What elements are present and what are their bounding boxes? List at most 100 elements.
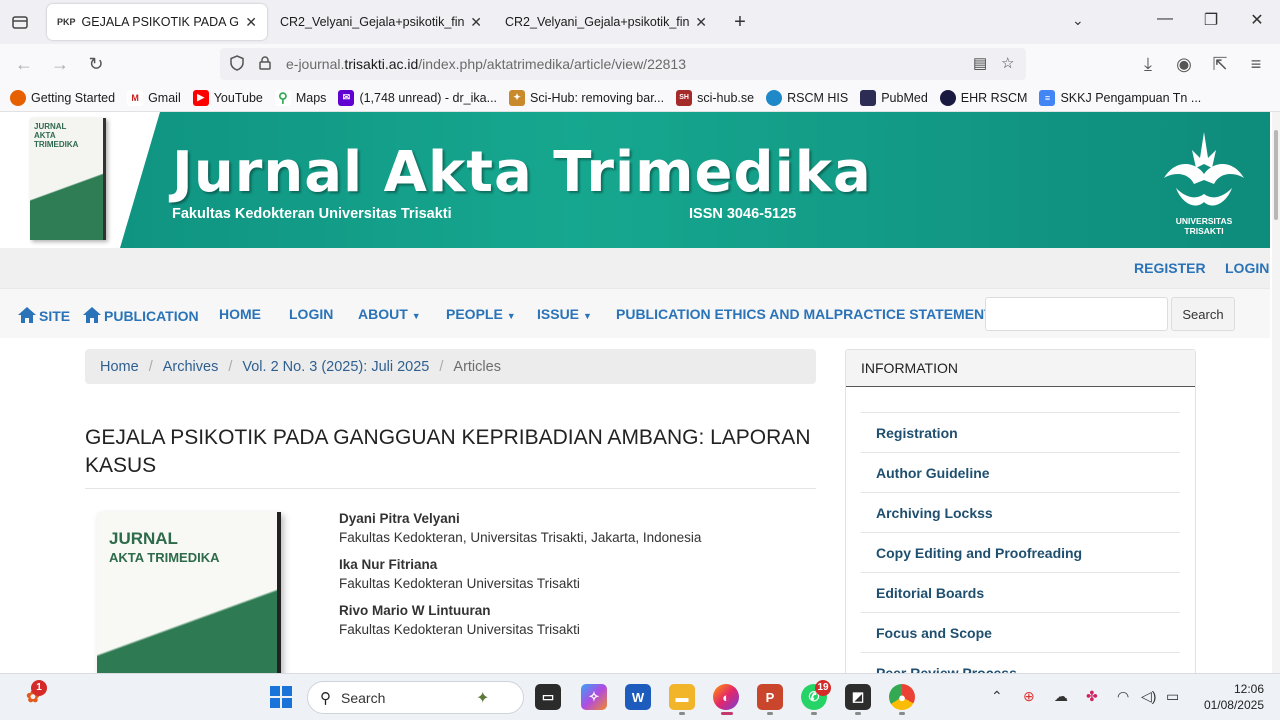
author-name: Ika Nur Fitriana bbox=[339, 557, 438, 572]
battery-icon[interactable]: ▭ bbox=[1166, 688, 1179, 705]
taskbar-clock[interactable]: 12:06 01/08/2025 bbox=[1198, 681, 1264, 713]
running-indicator bbox=[899, 712, 905, 715]
nav-publication-label: PUBLICATION bbox=[104, 308, 199, 324]
tab-active[interactable]: PKP GEJALA PSIKOTIK PADA GANGGUAN ✕ bbox=[47, 4, 267, 40]
bookmark-getting-started[interactable]: Getting Started bbox=[10, 89, 115, 106]
bookmark-skkj[interactable]: ≡ SKKJ Pengampuan Tn ... bbox=[1039, 89, 1201, 106]
tab-pdf-1[interactable]: CR2_Velyani_Gejala+psikotik_final.pdf ✕ bbox=[270, 4, 492, 40]
tray-overflow-chevron-icon[interactable]: ⌃ bbox=[991, 688, 1003, 705]
chrome-icon[interactable]: ● bbox=[889, 684, 915, 710]
article-cover-image[interactable]: JURNAL AKTA TRIMEDIKA bbox=[97, 512, 281, 673]
nav-issue[interactable]: ISSUE ▼ bbox=[537, 306, 592, 322]
whatsapp-badge: 19 bbox=[815, 680, 831, 696]
sidebar-item-focus-scope[interactable]: Focus and Scope bbox=[861, 613, 1180, 653]
bookmark-scihub-se[interactable]: SH sci-hub.se bbox=[676, 89, 754, 106]
firefox-icon bbox=[10, 89, 26, 106]
bookmark-yahoo-mail[interactable]: ✉ (1,748 unread) - dr_ika... bbox=[338, 89, 497, 106]
close-tab-icon[interactable]: ✕ bbox=[470, 14, 482, 31]
maps-icon: ⚲ bbox=[274, 89, 291, 106]
windows-start-icon[interactable] bbox=[268, 684, 294, 710]
close-tab-icon[interactable]: ✕ bbox=[245, 14, 257, 31]
powerpoint-icon[interactable]: P bbox=[757, 684, 783, 710]
lock-icon[interactable] bbox=[254, 55, 276, 73]
close-tab-icon[interactable]: ✕ bbox=[695, 14, 707, 31]
url-bar[interactable]: e-journal.trisakti.ac.id/index.php/aktat… bbox=[220, 48, 1026, 80]
tray-app-icon[interactable]: ⊕ bbox=[1023, 688, 1035, 705]
nav-about[interactable]: ABOUT ▼ bbox=[358, 306, 421, 322]
bookmark-maps[interactable]: ⚲ Maps bbox=[274, 89, 326, 106]
sidebar-item-editorial-boards[interactable]: Editorial Boards bbox=[861, 573, 1180, 613]
close-window-icon[interactable]: ✕ bbox=[1245, 10, 1269, 30]
banner-cover-line1: JURNAL bbox=[34, 122, 67, 131]
login-link-top[interactable]: LOGIN bbox=[1225, 260, 1269, 276]
menu-icon[interactable]: ≡ bbox=[1244, 52, 1268, 76]
author-name: Rivo Mario W Lintuuran bbox=[339, 603, 491, 618]
bookmark-rscm-his[interactable]: RSCM HIS bbox=[766, 89, 849, 106]
new-tab-icon[interactable]: + bbox=[728, 10, 752, 34]
nav-publication[interactable]: PUBLICATION bbox=[82, 306, 199, 324]
pubmed-icon bbox=[860, 89, 877, 106]
nav-site-label: SITE bbox=[39, 308, 71, 324]
journal-banner[interactable]: JURNAL AKTA TRIMEDIKA Jurnal Akta Trimed… bbox=[0, 112, 1270, 248]
bookmark-youtube[interactable]: ▶ YouTube bbox=[192, 89, 263, 106]
downloads-icon[interactable]: ⤓ bbox=[1136, 52, 1160, 76]
nav-site[interactable]: SITE bbox=[17, 306, 70, 324]
copilot-icon[interactable]: ✧ bbox=[581, 684, 607, 710]
extensions-icon[interactable]: ⇱ bbox=[1208, 52, 1232, 76]
sidebar-item-author-guideline[interactable]: Author Guideline bbox=[861, 453, 1180, 493]
bookmark-star-icon[interactable]: ☆ bbox=[1001, 54, 1014, 72]
bookmark-label: EHR RSCM bbox=[960, 90, 1028, 105]
word-icon[interactable]: W bbox=[625, 684, 651, 710]
search-input[interactable] bbox=[985, 297, 1168, 331]
caret-down-icon: ▼ bbox=[411, 311, 421, 321]
volume-icon[interactable]: ◁) bbox=[1141, 688, 1156, 705]
breadcrumb-issue[interactable]: Vol. 2 No. 3 (2025): Juli 2025 bbox=[242, 359, 429, 375]
author-affiliation: Fakultas Kedokteran, Universitas Trisakt… bbox=[339, 530, 702, 545]
sidebar-item-peer-review[interactable]: Peer Review Process bbox=[861, 653, 1180, 673]
file-explorer-icon[interactable]: ▬ bbox=[669, 684, 695, 710]
sidebar-item-archiving-lockss[interactable]: Archiving Lockss bbox=[861, 493, 1180, 533]
author-name: Dyani Pitra Velyani bbox=[339, 511, 460, 526]
forward-icon[interactable]: → bbox=[48, 52, 72, 76]
nav-home[interactable]: HOME bbox=[219, 306, 261, 322]
scrollbar-thumb[interactable] bbox=[1274, 130, 1278, 220]
nav-ethics[interactable]: PUBLICATION ETHICS AND MALPRACTICE STATE… bbox=[616, 306, 993, 322]
bookmark-ehr-rscm[interactable]: EHR RSCM bbox=[939, 89, 1028, 106]
reload-icon[interactable]: ↻ bbox=[84, 52, 108, 76]
minimize-icon[interactable]: — bbox=[1153, 10, 1177, 28]
nav-login[interactable]: LOGIN bbox=[289, 306, 333, 322]
breadcrumb-current: Articles bbox=[453, 358, 501, 375]
tab-pdf-2[interactable]: CR2_Velyani_Gejala+psikotik_final.pdf ✕ bbox=[495, 4, 717, 40]
chevron-down-icon[interactable]: ⌄ bbox=[1072, 12, 1084, 29]
tab-list-icon[interactable] bbox=[8, 10, 32, 34]
nav-people[interactable]: PEOPLE ▼ bbox=[446, 306, 516, 322]
tray-colorful-icon[interactable]: ✤ bbox=[1086, 688, 1098, 705]
bookmark-scihub[interactable]: ✦ Sci-Hub: removing bar... bbox=[509, 89, 664, 106]
breadcrumb-home[interactable]: Home bbox=[100, 359, 139, 375]
breadcrumb-archives[interactable]: Archives bbox=[163, 359, 219, 375]
cover-title-line2: AKTA TRIMEDIKA bbox=[109, 550, 220, 565]
task-view-icon[interactable]: ▭ bbox=[535, 684, 561, 710]
bookmark-label: RSCM HIS bbox=[787, 90, 849, 105]
author-affiliation: Fakultas Kedokteran Universitas Trisakti bbox=[339, 576, 580, 591]
account-icon[interactable]: ◉ bbox=[1172, 52, 1196, 76]
reader-view-icon[interactable]: ▤ bbox=[973, 54, 987, 72]
home-icon bbox=[18, 307, 36, 323]
shield-icon[interactable] bbox=[226, 54, 248, 74]
sticky-app-icon[interactable]: ◩ bbox=[845, 684, 871, 710]
wifi-icon[interactable]: ◠ bbox=[1117, 688, 1129, 705]
back-icon[interactable]: ← bbox=[12, 52, 36, 76]
sidebar-item-registration[interactable]: Registration bbox=[861, 413, 1180, 453]
breadcrumb-separator: / bbox=[228, 358, 233, 375]
firefox-taskbar-icon[interactable]: ◐ bbox=[713, 684, 739, 710]
bookmark-pubmed[interactable]: PubMed bbox=[860, 89, 928, 106]
register-link[interactable]: REGISTER bbox=[1134, 260, 1206, 276]
restore-icon[interactable]: ❐ bbox=[1199, 10, 1223, 30]
search-button[interactable]: Search bbox=[1171, 297, 1235, 331]
scihub-icon: ✦ bbox=[509, 89, 526, 106]
page-scrollbar[interactable] bbox=[1272, 112, 1280, 673]
sidebar-item-copy-editing[interactable]: Copy Editing and Proofreading bbox=[861, 533, 1180, 573]
onedrive-icon[interactable]: ☁ bbox=[1054, 688, 1068, 705]
bookmark-gmail[interactable]: M Gmail bbox=[127, 89, 181, 106]
taskbar-search-box[interactable]: ⚲ Search ✦ bbox=[307, 681, 524, 714]
